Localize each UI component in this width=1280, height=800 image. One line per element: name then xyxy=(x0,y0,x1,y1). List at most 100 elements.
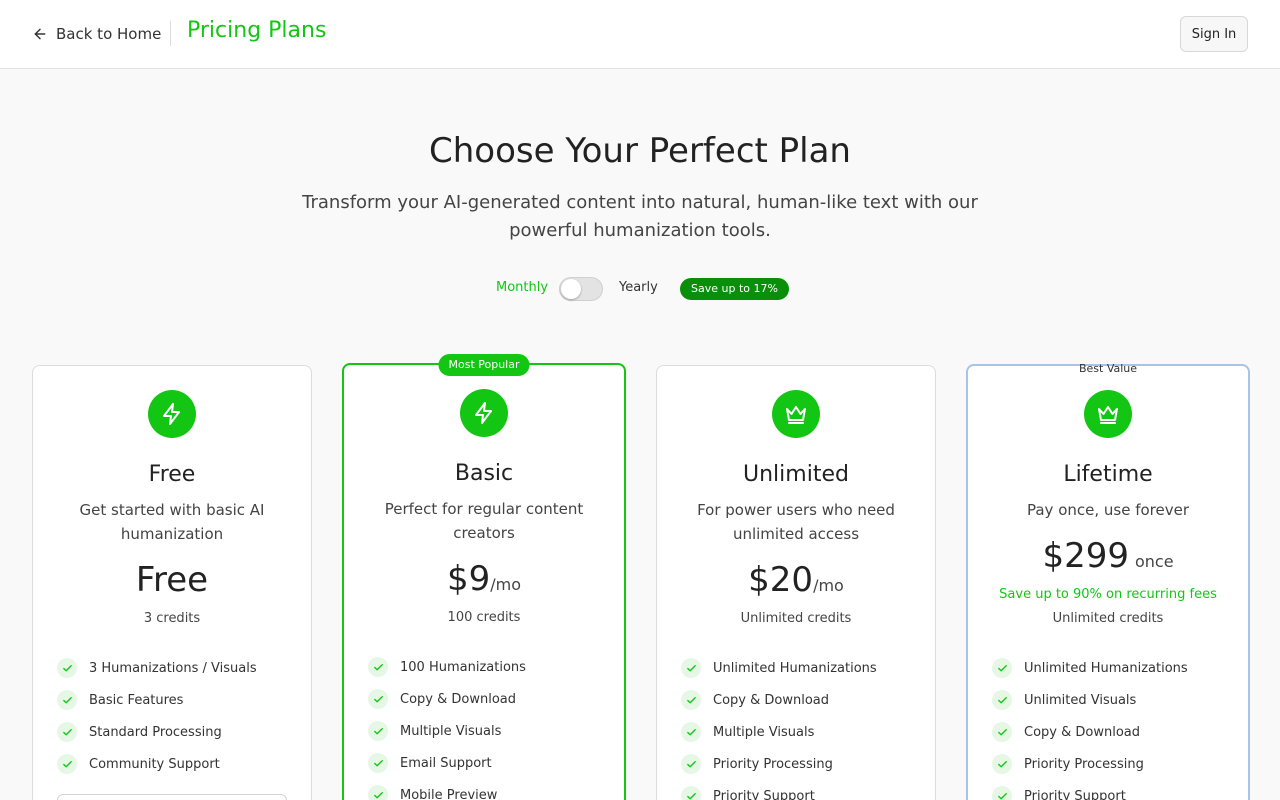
price-row: $20/mo xyxy=(657,560,935,600)
feature-label: Priority Processing xyxy=(1024,756,1144,772)
check-icon xyxy=(681,658,701,678)
check-icon xyxy=(368,657,388,677)
feature-item: Unlimited Visuals xyxy=(992,684,1228,716)
feature-label: Email Support xyxy=(400,755,492,771)
feature-list: 3 Humanizations / Visuals Basic Features… xyxy=(57,652,291,780)
check-icon xyxy=(368,721,388,741)
check-icon xyxy=(992,754,1012,774)
best-value-badge: Best Value xyxy=(1078,362,1138,375)
check-icon xyxy=(681,690,701,710)
save-badge: Save up to 17% xyxy=(680,278,789,300)
plan-credits: Unlimited credits xyxy=(740,611,852,626)
check-icon xyxy=(992,722,1012,742)
plan-card-lifetime: Best Value Lifetime Pay once, use foreve… xyxy=(966,362,1250,800)
feature-label: Copy & Download xyxy=(1024,724,1140,740)
billing-toggle-row: Monthly Yearly Save up to 17% xyxy=(0,276,1280,302)
back-to-home-link[interactable]: Back to Home xyxy=(32,22,161,46)
feature-item: 3 Humanizations / Visuals xyxy=(57,652,291,684)
feature-label: 3 Humanizations / Visuals xyxy=(89,660,257,676)
check-icon xyxy=(57,690,77,710)
top-header: Back to Home Pricing Plans Sign In xyxy=(0,0,1280,69)
plan-icon-badge xyxy=(1084,390,1132,438)
check-icon xyxy=(681,722,701,742)
plan-name: Lifetime xyxy=(1063,462,1153,487)
feature-item: Unlimited Humanizations xyxy=(992,652,1228,684)
feature-item: Email Support xyxy=(368,747,604,779)
check-icon xyxy=(57,658,77,678)
price-suffix: once xyxy=(1134,552,1174,571)
feature-label: Unlimited Humanizations xyxy=(1024,660,1188,676)
plan-icon-badge xyxy=(460,389,508,437)
feature-item: Multiple Visuals xyxy=(368,715,604,747)
back-to-home-label: Back to Home xyxy=(56,25,162,43)
plan-card-basic: Most Popular Basic Perfect for regular c… xyxy=(342,354,626,800)
crown-icon xyxy=(1098,406,1118,424)
price-row: $9/mo xyxy=(344,559,624,599)
plan-name: Basic xyxy=(454,461,514,486)
check-icon xyxy=(681,786,701,800)
plan-description: For power users who need unlimited acces… xyxy=(697,501,895,543)
plan-name: Free xyxy=(148,462,196,487)
plan-description: Perfect for regular content creators xyxy=(384,500,584,542)
feature-label: Copy & Download xyxy=(713,692,829,708)
page-title: Pricing Plans xyxy=(187,18,327,43)
hero-subtitle: Transform your AI-generated content into… xyxy=(302,192,978,241)
feature-label: Multiple Visuals xyxy=(400,723,502,739)
feature-list: Unlimited Humanizations Copy & Download … xyxy=(681,652,915,800)
monthly-label[interactable]: Monthly xyxy=(496,280,548,295)
sign-in-button[interactable]: Sign In xyxy=(1180,16,1248,52)
feature-item: 100 Humanizations xyxy=(368,651,604,683)
check-icon xyxy=(57,754,77,774)
plan-price: $9 xyxy=(446,559,491,599)
feature-item: Priority Processing xyxy=(992,748,1228,780)
plan-card-free: Free Get started with basic AI humanizat… xyxy=(32,365,312,800)
zap-icon xyxy=(475,402,492,424)
plan-credits: 100 credits xyxy=(447,610,521,625)
plan-name: Unlimited xyxy=(743,462,849,487)
feature-item: Priority Support xyxy=(992,780,1228,800)
feature-label: Priority Processing xyxy=(713,756,833,772)
billing-period-switch[interactable] xyxy=(559,277,603,301)
plan-description: Get started with basic AI humanization xyxy=(79,501,265,543)
save-note: Save up to 90% on recurring fees xyxy=(999,587,1217,602)
feature-item: Standard Processing xyxy=(57,716,291,748)
feature-item: Unlimited Humanizations xyxy=(681,652,915,684)
header-divider xyxy=(170,21,171,46)
plan-card-unlimited: Unlimited For power users who need unlim… xyxy=(656,365,936,800)
select-plan-button[interactable] xyxy=(57,794,287,800)
plan-icon-badge xyxy=(148,390,196,438)
feature-item: Copy & Download xyxy=(992,716,1228,748)
feature-list: Unlimited Humanizations Unlimited Visual… xyxy=(992,652,1228,800)
feature-label: Unlimited Humanizations xyxy=(713,660,877,676)
feature-label: Standard Processing xyxy=(89,724,222,740)
feature-label: Basic Features xyxy=(89,692,184,708)
plan-price: $299 xyxy=(1042,536,1129,576)
feature-item: Priority Processing xyxy=(681,748,915,780)
feature-item: Priority Support xyxy=(681,780,915,800)
arrow-left-icon xyxy=(34,28,46,40)
feature-list: 100 Humanizations Copy & Download Multip… xyxy=(368,651,604,800)
check-icon xyxy=(368,785,388,800)
price-row: $299 once xyxy=(968,536,1248,576)
price-row: Free xyxy=(33,560,311,600)
feature-item: Copy & Download xyxy=(681,684,915,716)
crown-icon xyxy=(786,406,806,424)
check-icon xyxy=(681,754,701,774)
feature-item: Multiple Visuals xyxy=(681,716,915,748)
feature-label: Multiple Visuals xyxy=(713,724,815,740)
most-popular-badge: Most Popular xyxy=(438,354,530,376)
price-suffix: /mo xyxy=(813,576,844,595)
plan-price: $20 xyxy=(748,560,814,600)
plan-price: Free xyxy=(135,560,209,600)
feature-label: Priority Support xyxy=(713,788,815,800)
zap-icon xyxy=(163,403,180,425)
price-suffix: /mo xyxy=(490,575,522,594)
check-icon xyxy=(57,722,77,742)
yearly-label[interactable]: Yearly xyxy=(619,280,658,295)
feature-label: Copy & Download xyxy=(400,691,516,707)
hero-title: Choose Your Perfect Plan xyxy=(429,131,851,171)
plan-credits: 3 credits xyxy=(143,611,201,626)
feature-label: Community Support xyxy=(89,756,220,772)
check-icon xyxy=(992,658,1012,678)
feature-item: Copy & Download xyxy=(368,683,604,715)
